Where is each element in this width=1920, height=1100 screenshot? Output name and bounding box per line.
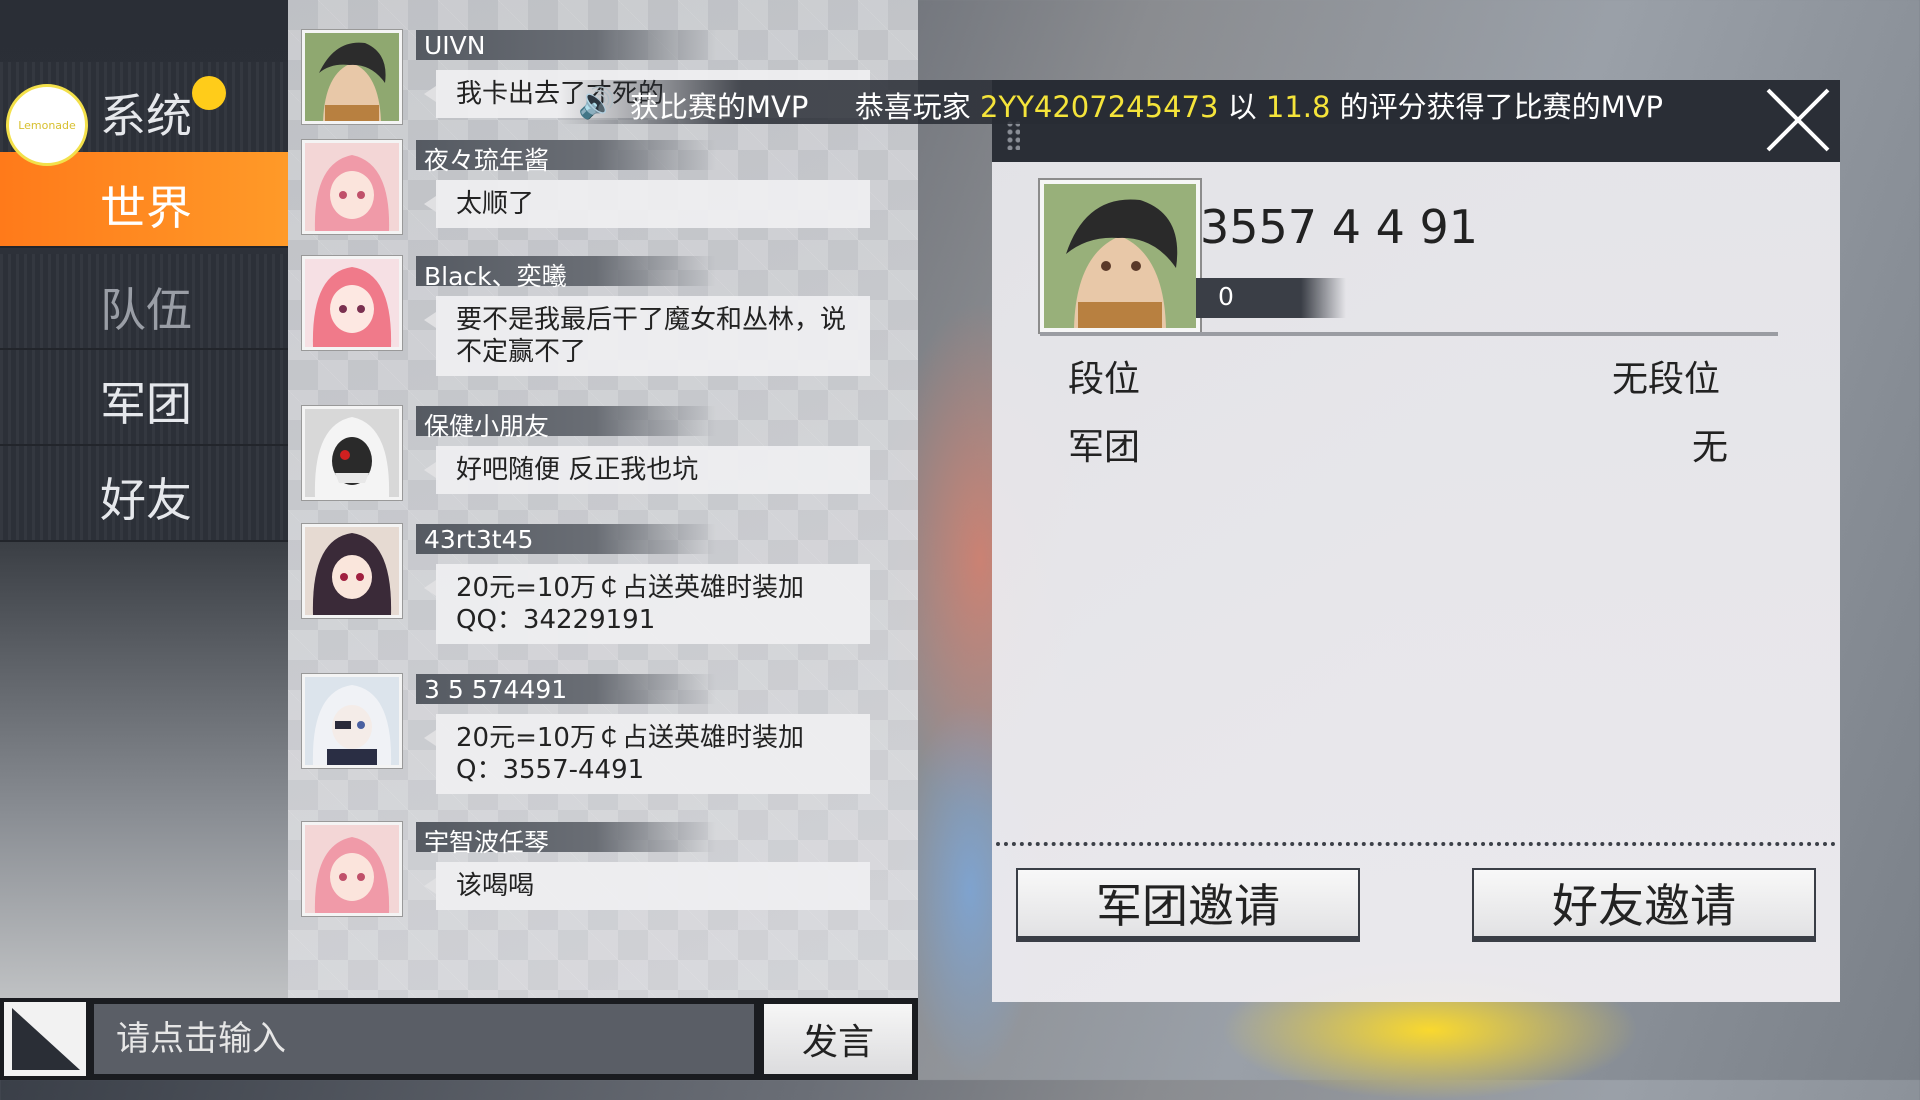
name-bar: Black、奕曦 [416,256,716,291]
speaker-icon: 🔊 [578,86,616,121]
legion-label: 军团 [1068,427,1141,468]
banner-congrats: 恭喜玩家 [854,90,971,124]
legion-invite-button[interactable]: 军团邀请 [1016,868,1360,942]
avatar[interactable] [302,406,402,500]
rank-value: 无段位 [1611,359,1720,400]
avatar[interactable] [302,140,402,234]
player-level: 0 [1218,282,1234,311]
avatar[interactable] [302,822,402,916]
banner-score: 11.8 [1265,90,1331,124]
avatar[interactable] [302,674,402,768]
message-text: 该喝喝 [436,862,870,910]
nav-label: 队伍 [100,283,192,337]
nav-item-team[interactable]: 队伍 [0,254,288,350]
lemonade-logo: Lemonade [6,84,88,166]
nav-label: 军团 [100,377,192,431]
banner-mid: 以 [1227,90,1257,124]
expand-icon[interactable] [4,1002,86,1076]
nav-item-friends[interactable]: 好友 [0,446,288,542]
banner-player: 2YY4207245473 [980,90,1219,124]
logo-text: Lemonade [18,118,76,132]
legion-value: 无 [1691,427,1728,468]
name-bar: 43rt3t45 [416,524,716,554]
nav-label: 世界 [100,181,192,235]
chat-input[interactable]: 请点击输入 [94,1004,754,1074]
banner-suffix: 的评分获得了比赛的MVP [1339,90,1664,124]
name-bar: 宇智波任琴 [416,822,716,857]
divider [1040,332,1778,336]
mvp-banner-text: 获比赛的MVP 恭喜玩家 2YY4207245473 以 11.8 的评分获得了… [630,84,1663,126]
name-bar: 3 5 574491 [416,674,716,704]
name-bar: UIVN [416,30,716,60]
banner-prefix: 获比赛的MVP [630,90,809,124]
message-text: 好吧随便 反正我也坑 [436,446,870,494]
nav-label: 好友 [100,473,192,527]
close-icon[interactable] [1760,82,1836,158]
nav-item-legion[interactable]: 军团 [0,350,288,446]
avatar[interactable] [302,256,402,350]
message-text: 20元=10万￠占送英雄时装加Q：3557-4491 [436,714,870,794]
username[interactable]: 宇智波任琴 [424,823,549,859]
sidebar-background [0,540,288,1000]
username[interactable]: 保健小朋友 [424,407,549,443]
player-avatar [1040,180,1200,332]
username[interactable]: UIVN [424,31,485,60]
username[interactable]: 夜々琉年酱 [424,141,549,177]
chat-panel[interactable]: UIVN 我卡出去了才死的 夜々琉年酱 太顺了 Black、奕曦 要不是我最后干… [288,0,918,998]
avatar[interactable] [302,524,402,618]
nav-item-world[interactable]: 世界 [0,152,288,248]
player-id: 3557 4 4 91 [1200,200,1478,254]
message-text: 太顺了 [436,180,870,228]
notification-dot [192,76,226,110]
avatar[interactable] [302,30,402,124]
name-bar: 夜々琉年酱 [416,140,716,175]
username[interactable]: Black、奕曦 [424,257,567,293]
username[interactable]: 3 5 574491 [424,675,567,704]
nav-label: 系统 [100,89,192,143]
message-text: 要不是我最后干了魔女和丛林，说不定赢不了 [436,296,870,376]
name-bar: 保健小朋友 [416,406,716,441]
message-text: 20元=10万￠占送英雄时装加QQ：34229191 [436,564,870,644]
rank-label: 段位 [1068,359,1141,400]
username[interactable]: 43rt3t45 [424,525,533,554]
dotted-divider [996,842,1836,846]
friend-invite-button[interactable]: 好友邀请 [1472,868,1816,942]
send-button[interactable]: 发言 [764,1004,912,1074]
